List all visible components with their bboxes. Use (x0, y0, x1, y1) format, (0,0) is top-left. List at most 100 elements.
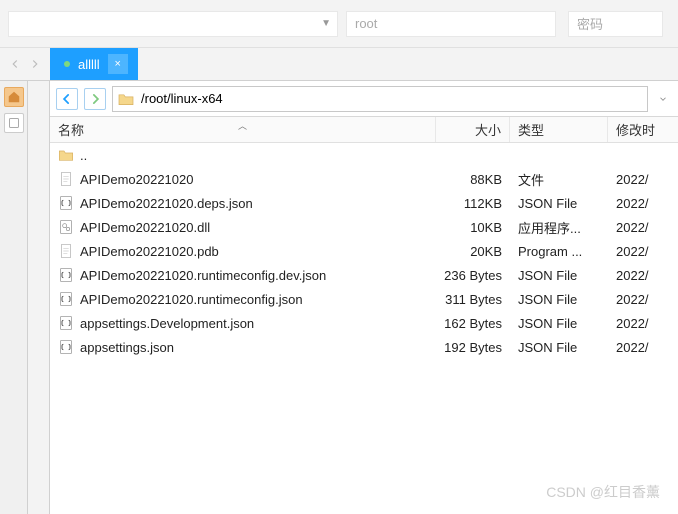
file-row[interactable]: APIDemo20221020.runtimeconfig.dev.json 23… (50, 263, 678, 287)
tab-nav-arrows (0, 48, 50, 80)
json-icon (58, 267, 74, 283)
file-size-cell: 236 Bytes (436, 263, 510, 287)
sidebar-divider (28, 81, 50, 514)
home-icon[interactable] (4, 87, 24, 107)
column-type[interactable]: 类型 (510, 117, 608, 142)
column-modified-label: 修改时 (616, 120, 655, 139)
tab-close-button[interactable]: × (108, 54, 128, 74)
file-name-cell: APIDemo20221020.runtimeconfig.json (50, 287, 436, 311)
file-list: ..APIDemo2022102088KB文件2022/APIDemo20221… (50, 143, 678, 514)
file-name: APIDemo20221020.runtimeconfig.dev.json (80, 268, 326, 283)
file-size-cell: 10KB (436, 215, 510, 239)
json-icon (58, 195, 74, 211)
folder-up-icon (58, 147, 74, 163)
path-input[interactable]: /root/linux-x64 (112, 86, 648, 112)
json-icon (58, 315, 74, 331)
column-name-label: 名称 (58, 120, 84, 139)
file-size-cell: 311 Bytes (436, 287, 510, 311)
tab-next-icon[interactable] (28, 57, 42, 71)
json-icon (58, 339, 74, 355)
tab-label: alllll (78, 57, 100, 72)
file-name-cell: APIDemo20221020.dll (50, 215, 436, 239)
file-date-cell (608, 143, 678, 167)
file-row[interactable]: APIDemo20221020.deps.json 112KBJSON File2… (50, 191, 678, 215)
nav-back-button[interactable] (56, 88, 78, 110)
file-row[interactable]: .. (50, 143, 678, 167)
file-date-cell: 2022/ (608, 215, 678, 239)
file-name: APIDemo20221020.dll (80, 220, 210, 235)
top-toolbar: ▼ root 密码 (0, 0, 678, 48)
file-type-cell: 文件 (510, 167, 608, 191)
file-icon (58, 243, 74, 259)
path-bar: /root/linux-x64 (50, 81, 678, 117)
path-dropdown-button[interactable] (654, 94, 672, 104)
file-type-cell: Program ... (510, 239, 608, 263)
file-size-cell: 192 Bytes (436, 335, 510, 359)
folder-icon (117, 92, 135, 106)
file-size-cell (436, 143, 510, 167)
file-type-cell (510, 143, 608, 167)
main-area: /root/linux-x64 名称 ︿ 大小 类型 修改时 .. APIDemo… (0, 80, 678, 514)
tab-status-dot-icon (64, 61, 70, 67)
file-row[interactable]: APIDemo20221020.pdb 20KBProgram ...2022/ (50, 239, 678, 263)
file-row[interactable]: APIDemo20221020 88KB文件2022/ (50, 167, 678, 191)
file-size-cell: 88KB (436, 167, 510, 191)
file-type-cell: JSON File (510, 287, 608, 311)
file-name: appsettings.Development.json (80, 316, 254, 331)
sort-ascending-icon: ︿ (238, 119, 247, 132)
file-date-cell: 2022/ (608, 167, 678, 191)
file-date-cell: 2022/ (608, 287, 678, 311)
file-type-cell: JSON File (510, 335, 608, 359)
file-name: APIDemo20221020.pdb (80, 244, 219, 259)
tab-prev-icon[interactable] (8, 57, 22, 71)
columns-header: 名称 ︿ 大小 类型 修改时 (50, 117, 678, 143)
file-name: APIDemo20221020.deps.json (80, 196, 253, 211)
path-text: /root/linux-x64 (141, 91, 223, 106)
column-size[interactable]: 大小 (436, 117, 510, 142)
password-input[interactable]: 密码 (568, 11, 663, 37)
file-type-cell: JSON File (510, 191, 608, 215)
file-name: appsettings.json (80, 340, 174, 355)
file-row[interactable]: appsettings.Development.json162 BytesJSO… (50, 311, 678, 335)
file-row[interactable]: APIDemo20221020.runtimeconfig.json 311 By… (50, 287, 678, 311)
file-row[interactable]: appsettings.json 192 BytesJSON File2022/ (50, 335, 678, 359)
username-placeholder: root (355, 16, 377, 31)
nav-forward-button[interactable] (84, 88, 106, 110)
file-panel: /root/linux-x64 名称 ︿ 大小 类型 修改时 .. APIDemo… (50, 81, 678, 514)
file-name: APIDemo20221020 (80, 172, 193, 187)
column-modified[interactable]: 修改时 (608, 117, 678, 142)
file-date-cell: 2022/ (608, 335, 678, 359)
dll-icon (58, 219, 74, 235)
file-name: .. (80, 148, 87, 163)
file-date-cell: 2022/ (608, 239, 678, 263)
file-size-cell: 162 Bytes (436, 311, 510, 335)
column-type-label: 类型 (518, 120, 544, 139)
file-name-cell: APIDemo20221020.deps.json (50, 191, 436, 215)
file-size-cell: 112KB (436, 191, 510, 215)
column-size-label: 大小 (475, 120, 501, 139)
sidebar-secondary-icon[interactable] (4, 113, 24, 133)
file-type-cell: JSON File (510, 263, 608, 287)
file-date-cell: 2022/ (608, 311, 678, 335)
tab-alllll[interactable]: alllll × (50, 48, 138, 80)
json-icon (58, 291, 74, 307)
tab-bar-empty (138, 48, 678, 80)
dropdown-caret-icon: ▼ (321, 18, 331, 29)
file-name-cell: appsettings.Development.json (50, 311, 436, 335)
file-date-cell: 2022/ (608, 191, 678, 215)
file-name-cell: APIDemo20221020.pdb (50, 239, 436, 263)
file-row[interactable]: APIDemo20221020.dll 10KB应用程序...2022/ (50, 215, 678, 239)
connection-dropdown[interactable]: ▼ (8, 11, 338, 37)
file-name-cell: .. (50, 143, 436, 167)
file-icon (58, 171, 74, 187)
file-size-cell: 20KB (436, 239, 510, 263)
column-name[interactable]: 名称 ︿ (50, 117, 436, 142)
tab-row: alllll × (0, 48, 678, 80)
file-type-cell: 应用程序... (510, 215, 608, 239)
file-name: APIDemo20221020.runtimeconfig.json (80, 292, 303, 307)
file-name-cell: appsettings.json (50, 335, 436, 359)
file-date-cell: 2022/ (608, 263, 678, 287)
password-placeholder: 密码 (577, 14, 603, 33)
file-name-cell: APIDemo20221020 (50, 167, 436, 191)
username-input[interactable]: root (346, 11, 556, 37)
